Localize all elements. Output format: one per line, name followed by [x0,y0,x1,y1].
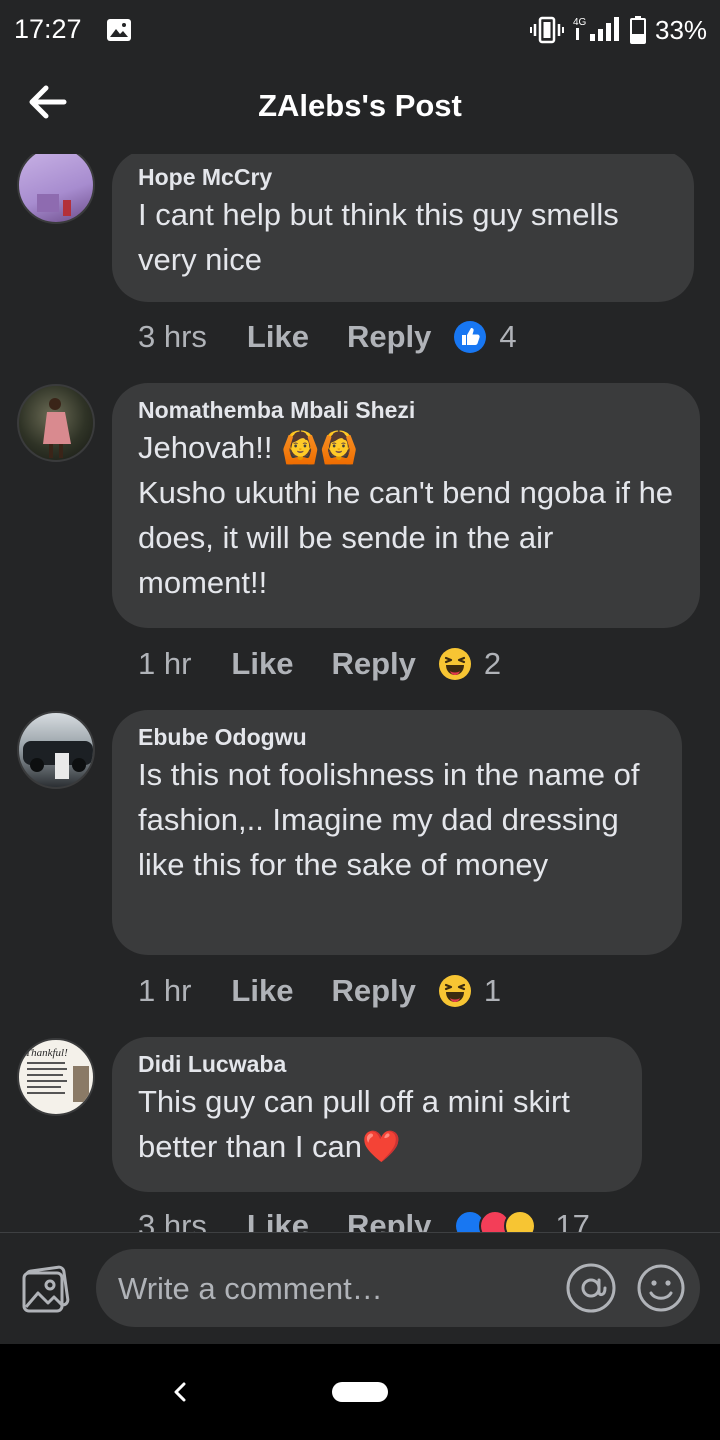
comment-actions: 1 hr Like Reply 1 [138,971,501,1011]
status-bar: 17:27 4G 33% [0,0,720,62]
like-button[interactable]: Like [231,973,293,1009]
nav-home-pill[interactable] [332,1382,388,1402]
comment-text: I cant help but think this guy smells ve… [138,197,619,277]
like-button[interactable]: Like [247,1208,309,1232]
comment-text: Is this not foolishness in the name of f… [138,757,640,882]
comment-bubble: Nomathemba Mbali Shezi Jehovah!! 🙆🙆 Kush… [112,383,700,628]
reaction-count[interactable]: 2 [484,646,501,682]
reaction-stack-icon[interactable] [453,1209,543,1232]
comment-text: Jehovah!! 🙆🙆 Kusho ukuthi he can't bend … [138,430,674,600]
vibrate-icon [530,16,564,44]
battery-percentage: 33% [655,15,708,45]
reply-button[interactable]: Reply [331,973,415,1009]
thumbs-up-reaction-icon[interactable] [453,320,487,354]
avatar[interactable] [17,154,95,224]
gallery-icon [106,18,132,42]
photo-icon[interactable] [20,1263,72,1315]
like-button[interactable]: Like [247,319,309,355]
smiley-icon[interactable] [636,1263,686,1313]
comment-author[interactable]: Didi Lucwaba [138,1049,616,1079]
comment-author[interactable]: Nomathemba Mbali Shezi [138,395,674,425]
comment-author[interactable]: Hope McCry [138,162,668,192]
comment-actions: 3 hrs Like Reply 4 [138,317,517,357]
comment-bubble: Didi Lucwaba This guy can pull off a min… [112,1037,642,1192]
comment-actions: 3 hrs Like Reply 17 [138,1206,590,1232]
avatar[interactable] [17,711,95,789]
battery-icon [630,16,646,44]
comment-time[interactable]: 3 hrs [138,1208,207,1232]
status-time: 17:27 [14,14,82,44]
comment-time[interactable]: 1 hr [138,973,191,1009]
avatar[interactable]: Thankful! [17,1038,95,1116]
reaction-count[interactable]: 4 [499,319,516,355]
comments-feed[interactable]: Hope McCry I cant help but think this gu… [0,154,720,1232]
comment-bubble: Hope McCry I cant help but think this gu… [112,154,694,302]
reaction-count[interactable]: 1 [484,973,501,1009]
comment-author[interactable]: Ebube Odogwu [138,722,656,752]
reply-button[interactable]: Reply [347,319,431,355]
comment-input[interactable]: Write a comment… [96,1249,700,1327]
page-title: ZAlebs's Post [258,88,462,123]
comment-composer: Write a comment… [0,1232,720,1344]
nav-back-icon[interactable] [168,1374,192,1410]
reaction-count[interactable]: 17 [555,1208,589,1232]
comment-placeholder: Write a comment… [118,1271,383,1306]
app-header: ZAlebs's Post [0,62,720,154]
comment-bubble: Ebube Odogwu Is this not foolishness in … [112,710,682,955]
network-label: 4G [573,17,587,28]
avatar-caption: Thankful! [25,1047,68,1059]
haha-reaction-icon[interactable] [438,647,472,681]
comment-time[interactable]: 3 hrs [138,319,207,355]
avatar[interactable] [17,384,95,462]
reply-button[interactable]: Reply [331,646,415,682]
reply-button[interactable]: Reply [347,1208,431,1232]
haha-reaction-icon[interactable] [438,974,472,1008]
system-nav-bar [0,1344,720,1440]
comment-time[interactable]: 1 hr [138,646,191,682]
signal-icon: 4G [572,14,622,44]
at-sign-icon[interactable] [566,1263,616,1313]
like-button[interactable]: Like [231,646,293,682]
comment-actions: 1 hr Like Reply 2 [138,644,501,684]
comment-text: This guy can pull off a mini skirt bette… [138,1084,570,1164]
